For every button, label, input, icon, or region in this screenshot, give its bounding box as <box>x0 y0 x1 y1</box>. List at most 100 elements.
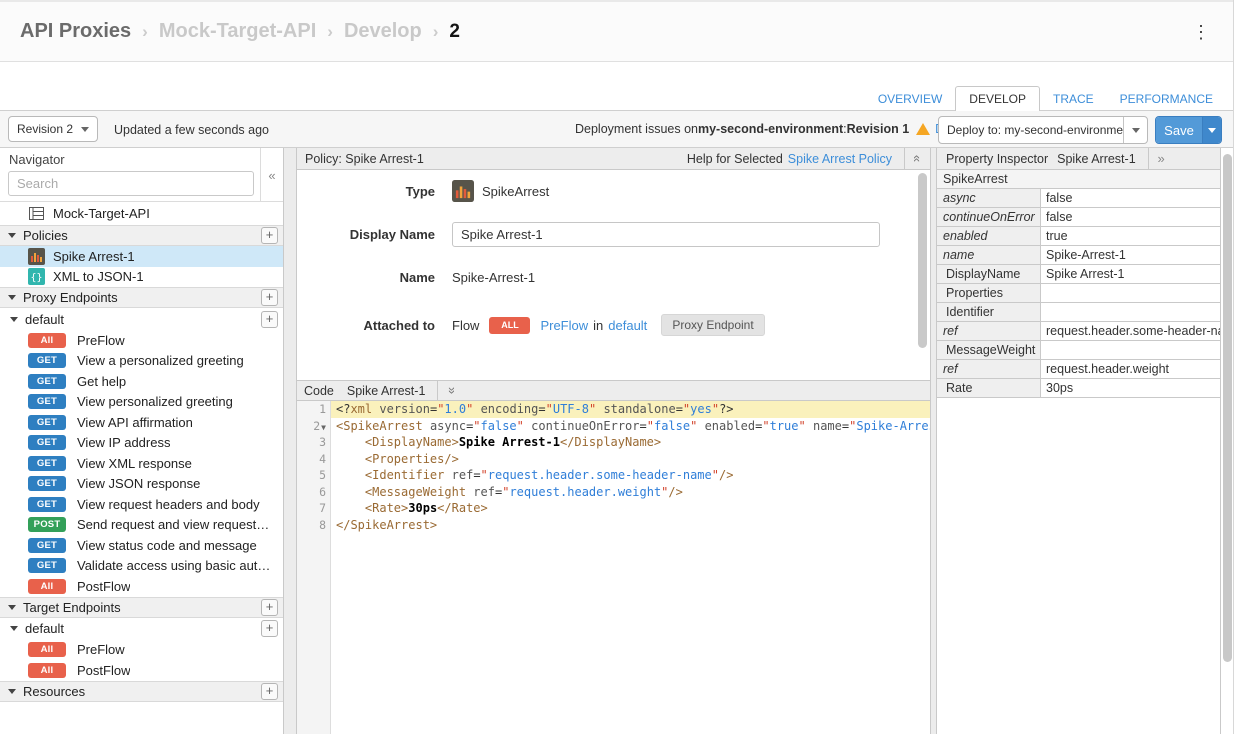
property-row[interactable]: refrequest.header.some-header-name <box>937 322 1220 341</box>
add-button[interactable]: + <box>261 311 278 328</box>
tab-develop[interactable]: DEVELOP <box>955 86 1040 111</box>
code-line[interactable]: 6 <MessageWeight ref="request.header.wei… <box>297 484 930 501</box>
property-row[interactable]: Properties <box>937 284 1220 303</box>
save-button[interactable]: Save <box>1155 116 1222 144</box>
property-value[interactable] <box>1041 341 1220 359</box>
code-line[interactable]: 7 <Rate>30ps</Rate> <box>297 500 930 517</box>
nav-item-postflow[interactable]: AllPostFlow <box>0 660 283 681</box>
display-name-input[interactable] <box>452 222 880 247</box>
property-row[interactable]: DisplayNameSpike Arrest-1 <box>937 265 1220 284</box>
code-line[interactable]: 4 <Properties/> <box>297 451 930 468</box>
collapse-triangle-icon[interactable] <box>8 605 16 610</box>
breadcrumb-develop[interactable]: Develop <box>344 20 422 43</box>
collapse-triangle-icon[interactable] <box>10 626 18 631</box>
code-line[interactable]: 8</SpikeArrest> <box>297 517 930 534</box>
collapse-triangle-icon[interactable] <box>8 295 16 300</box>
property-value[interactable]: true <box>1041 227 1220 245</box>
revision-select[interactable]: Revision 2 <box>8 116 98 142</box>
add-button[interactable]: + <box>261 227 278 244</box>
add-button[interactable]: + <box>261 599 278 616</box>
property-row[interactable]: MessageWeight <box>937 341 1220 360</box>
code-line[interactable]: 2▼<SpikeArrest async="false" continueOnE… <box>297 418 930 435</box>
collapse-right-icon[interactable]: » <box>1158 152 1165 165</box>
nav-section-target-endpoints[interactable]: Target Endpoints+ <box>0 597 283 618</box>
property-row[interactable]: nameSpike-Arrest-1 <box>937 246 1220 265</box>
property-value[interactable]: 30ps <box>1041 379 1220 397</box>
collapse-up-icon[interactable]: « <box>911 155 924 162</box>
nav-item-preflow[interactable]: AllPreFlow <box>0 640 283 661</box>
nav-subsection-default[interactable]: default+ <box>0 308 283 330</box>
add-button[interactable]: + <box>261 620 278 637</box>
tab-performance[interactable]: PERFORMANCE <box>1107 87 1226 111</box>
help-link[interactable]: Spike Arrest Policy <box>788 152 892 166</box>
property-collapse-strip[interactable]: » <box>1148 148 1174 169</box>
add-button[interactable]: + <box>261 683 278 700</box>
property-value[interactable]: Spike-Arrest-1 <box>1041 246 1220 264</box>
nav-item-postflow[interactable]: AllPostFlow <box>0 576 283 597</box>
panel-collapse-strip[interactable]: « <box>904 148 930 169</box>
nav-item-view-status-code-and-message[interactable]: GETView status code and message <box>0 535 283 556</box>
nav-section-policies[interactable]: Policies+ <box>0 225 283 246</box>
breadcrumb-api-proxies[interactable]: API Proxies <box>20 20 131 43</box>
nav-item-view-a-personalized-greeting[interactable]: GETView a personalized greeting <box>0 351 283 372</box>
code-line[interactable]: 5 <Identifier ref="request.header.some-h… <box>297 467 930 484</box>
property-value[interactable]: request.header.some-header-name <box>1041 322 1220 340</box>
property-row[interactable]: continueOnErrorfalse <box>937 208 1220 227</box>
nav-item-view-json-response[interactable]: GETView JSON response <box>0 474 283 495</box>
nav-item-view-xml-response[interactable]: GETView XML response <box>0 453 283 474</box>
nav-section-resources[interactable]: Resources+ <box>0 681 283 702</box>
nav-section-proxy-endpoints[interactable]: Proxy Endpoints+ <box>0 287 283 308</box>
code-line[interactable]: 3 <DisplayName>Spike Arrest-1</DisplayNa… <box>297 434 930 451</box>
code-collapse-strip[interactable]: « <box>437 381 463 400</box>
property-value[interactable]: false <box>1041 208 1220 226</box>
proxy-endpoint-chip[interactable]: Proxy Endpoint <box>661 314 764 336</box>
nav-subsection-default[interactable]: default+ <box>0 618 283 640</box>
nav-item-view-ip-address[interactable]: GETView IP address <box>0 433 283 454</box>
breadcrumb-proxy-name[interactable]: Mock-Target-API <box>159 20 316 43</box>
tab-overview[interactable]: OVERVIEW <box>865 87 955 111</box>
nav-item-validate-access-using-basic-aut[interactable]: GETValidate access using basic aut… <box>0 556 283 577</box>
nav-item-view-personalized-greeting[interactable]: GETView personalized greeting <box>0 392 283 413</box>
nav-item-mock-target-api[interactable]: Mock-Target-API <box>0 202 283 225</box>
default-endpoint-link[interactable]: default <box>608 318 647 333</box>
collapse-left-icon[interactable]: « <box>268 169 275 182</box>
preflow-link[interactable]: PreFlow <box>540 318 588 333</box>
property-row[interactable]: enabledtrue <box>937 227 1220 246</box>
property-row[interactable]: SpikeArrest <box>937 170 1220 189</box>
panel-divider[interactable] <box>930 148 937 734</box>
nav-item-get-help[interactable]: GETGet help <box>0 371 283 392</box>
add-button[interactable]: + <box>261 289 278 306</box>
property-value[interactable]: Spike Arrest-1 <box>1041 265 1220 283</box>
property-row[interactable]: Identifier <box>937 303 1220 322</box>
nav-item-send-request-and-view-request[interactable]: POSTSend request and view request… <box>0 515 283 536</box>
property-value[interactable]: request.header.weight <box>1041 360 1220 378</box>
save-dropdown-arrow[interactable] <box>1202 117 1221 143</box>
code-editor[interactable]: 1<?xml version="1.0" encoding="UTF-8" st… <box>297 401 930 734</box>
nav-item-preflow[interactable]: AllPreFlow <box>0 330 283 351</box>
property-value[interactable] <box>1041 284 1220 302</box>
save-button-label[interactable]: Save <box>1156 117 1202 143</box>
property-row[interactable]: Rate30ps <box>937 379 1220 398</box>
nav-item-spike-arrest-1[interactable]: Spike Arrest-1 <box>0 246 283 267</box>
nav-item-view-request-headers-and-body[interactable]: GETView request headers and body <box>0 494 283 515</box>
property-value[interactable] <box>1041 303 1220 321</box>
property-scrollbar-track[interactable] <box>1221 148 1233 734</box>
nav-item-xml-to-json-1[interactable]: {}XML to JSON-1 <box>0 267 283 288</box>
code-line[interactable]: 1<?xml version="1.0" encoding="UTF-8" st… <box>297 401 930 418</box>
property-value[interactable]: false <box>1041 189 1220 207</box>
deploy-select[interactable]: Deploy to: my-second-environment <box>938 116 1148 144</box>
fold-triangle-icon[interactable]: ▼ <box>321 423 326 432</box>
property-scrollbar-thumb[interactable] <box>1223 154 1232 662</box>
property-row[interactable]: refrequest.header.weight <box>937 360 1220 379</box>
search-input[interactable] <box>8 171 254 196</box>
collapse-down-icon[interactable]: « <box>444 387 457 394</box>
deploy-select-arrow[interactable] <box>1123 117 1147 143</box>
collapse-triangle-icon[interactable] <box>8 233 16 238</box>
nav-item-view-api-affirmation[interactable]: GETView API affirmation <box>0 412 283 433</box>
collapse-triangle-icon[interactable] <box>8 689 16 694</box>
navigator-collapse-strip[interactable]: « <box>260 148 283 202</box>
property-row[interactable]: asyncfalse <box>937 189 1220 208</box>
form-scrollbar[interactable] <box>918 173 927 348</box>
kebab-menu-icon[interactable]: ⋮ <box>1192 20 1210 44</box>
collapse-triangle-icon[interactable] <box>10 317 18 322</box>
